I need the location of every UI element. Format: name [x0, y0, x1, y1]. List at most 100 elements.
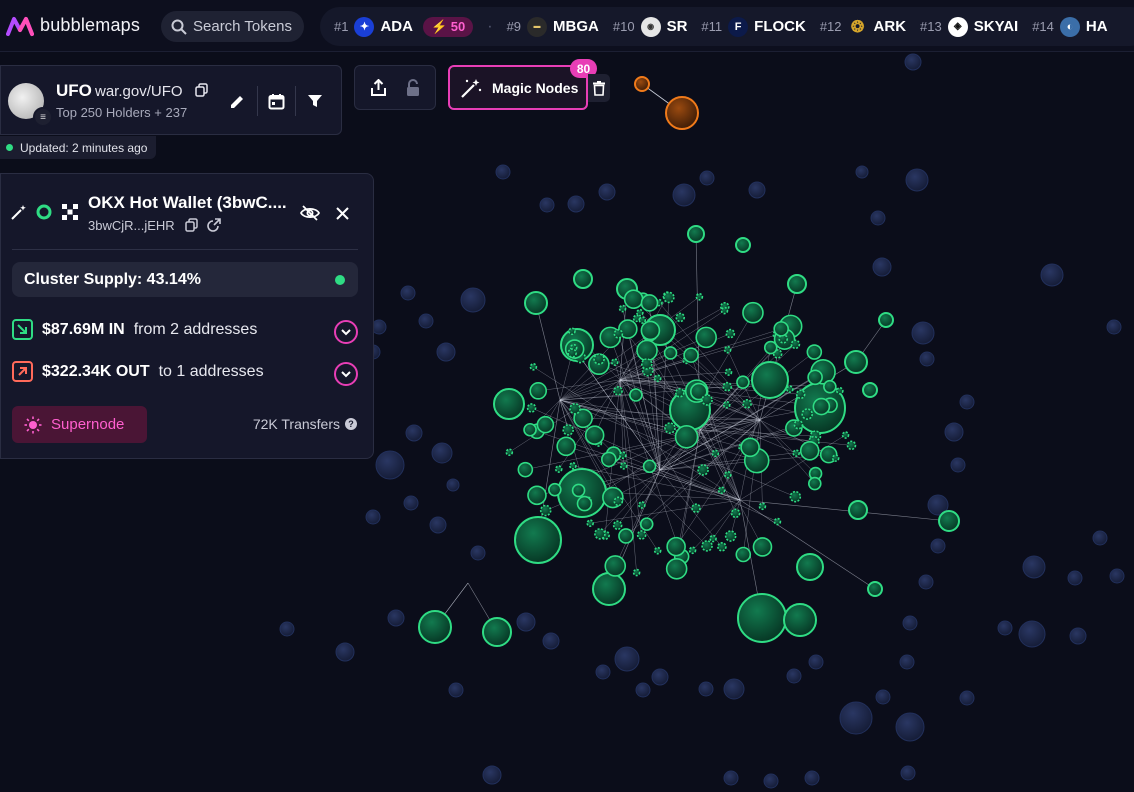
close-panel-button[interactable]: [327, 198, 357, 228]
cluster-bubble: [807, 369, 823, 386]
wallet-bubble: [516, 612, 536, 632]
cluster-bubble: [529, 382, 548, 400]
chevron-down-icon: [341, 370, 351, 377]
filter-button[interactable]: [299, 85, 331, 117]
wallet-bubble: [870, 210, 886, 226]
top-bar: bubblemaps Search Tokens #1 ✦ ADA ⚡ 50 ·…: [0, 0, 1134, 52]
clear-magic-nodes-button[interactable]: [588, 74, 610, 102]
supernode-label: Supernode: [51, 416, 125, 433]
cluster-bubble: [524, 291, 548, 315]
supernode-button[interactable]: Supernode: [12, 406, 147, 443]
ticker-item-skyai[interactable]: #13 ◈ SKYAI: [920, 16, 1018, 37]
cluster-bubble: [556, 436, 576, 457]
cluster-bubble: [482, 617, 512, 647]
ticker-item-sr[interactable]: #10 ◉ SR: [613, 16, 688, 37]
ada-icon: ✦: [354, 16, 375, 37]
wallet-bubble: [446, 478, 460, 492]
wallet-bubble: [950, 457, 966, 473]
ticker-item-ha[interactable]: #14 ◐ HA: [1032, 16, 1108, 37]
help-icon[interactable]: ?: [345, 418, 357, 430]
cluster-bubble: [823, 379, 837, 394]
highlighted-bubble: [665, 96, 699, 130]
edit-button[interactable]: [221, 85, 253, 117]
wallet-bubble: [763, 773, 779, 789]
wallet-bubble: [542, 632, 560, 650]
highlighted-bubble: [634, 76, 650, 92]
ticker-rank: #1: [334, 19, 349, 34]
cluster-bubble: [567, 348, 577, 358]
ticker-rank: #11: [701, 19, 723, 34]
share-button[interactable]: [362, 72, 394, 104]
filter-icon: [308, 95, 322, 107]
wallet-bubble: [839, 701, 873, 735]
ticker-symbol: ADA: [380, 18, 413, 35]
chevron-down-icon: [341, 328, 351, 335]
wallet-bubble: [375, 450, 405, 480]
magic-nodes-button[interactable]: Magic Nodes: [448, 65, 588, 110]
ticker-item-mbga[interactable]: #9 ▬ MBGA: [507, 16, 599, 37]
cluster-bubble: [717, 486, 726, 495]
magic-wand-toggle[interactable]: [5, 198, 33, 226]
wallet-bubble: [911, 321, 935, 345]
wallet-bubble: [365, 509, 381, 525]
close-icon: [335, 206, 349, 220]
wallet-bubble: [748, 181, 766, 199]
cluster-bubble: [812, 397, 831, 416]
skyai-icon: ◈: [947, 16, 968, 37]
cluster-bubble: [807, 476, 822, 491]
ticker-item-ada[interactable]: #1 ✦ ADA ⚡ 50: [334, 16, 474, 37]
cluster-bubble: [653, 546, 662, 555]
time-travel-button[interactable]: [260, 85, 292, 117]
cluster-bubble: [722, 381, 733, 392]
lock-button[interactable]: [397, 72, 429, 104]
wallet-bubble: [723, 678, 745, 700]
wallet-bubble: [595, 664, 611, 680]
highlighted-bubbles: [634, 76, 699, 130]
ticker-item-ark[interactable]: #12 ❂ ARK: [820, 17, 906, 37]
ticker-item-flock[interactable]: #11 F FLOCK: [701, 16, 806, 37]
boost-badge[interactable]: ⚡ 50: [422, 16, 474, 37]
token-header-panel: ≡ UFO war.gov/UFO Top 250 Holders + 237: [0, 65, 342, 135]
wallet-bubble: [403, 495, 419, 511]
cluster-bubble: [632, 568, 641, 577]
arrow-out-icon: [12, 361, 33, 382]
expand-outflow-button[interactable]: [334, 362, 358, 386]
status-dot: [6, 144, 13, 151]
cluster-bubble: [688, 546, 697, 555]
wallet-bubble: [900, 765, 916, 781]
cluster-bubble: [722, 400, 731, 409]
cluster-bubble: [586, 519, 594, 528]
cluster-bubble: [613, 386, 623, 396]
cluster-bubble: [571, 483, 586, 498]
cluster-bubble: [735, 546, 752, 563]
inflow-amount: $87.69M IN: [42, 320, 125, 338]
wallet-bubble: [431, 442, 453, 464]
wallet-bubble: [335, 642, 355, 662]
cluster-bubble: [736, 375, 750, 389]
cluster-bubble: [763, 340, 778, 355]
cluster-bubble: [720, 306, 729, 315]
cluster-bubble: [697, 464, 709, 476]
share-lock-box: [354, 65, 436, 110]
wallet-bubble: [959, 690, 975, 706]
updated-text: Updated: 2 minutes ago: [20, 140, 148, 155]
cluster-bubble: [619, 462, 628, 470]
ticker-symbol: MBGA: [553, 18, 599, 35]
cluster-bubble: [687, 225, 705, 243]
search-tokens-button[interactable]: Search Tokens: [161, 11, 304, 42]
cluster-bubble: [836, 387, 844, 395]
wallet-bubble: [400, 285, 416, 301]
copy-token-address-button[interactable]: [189, 78, 213, 102]
brand-logo[interactable]: bubblemaps: [6, 15, 140, 37]
copy-wallet-address-button[interactable]: [180, 214, 202, 236]
open-explorer-button[interactable]: [203, 214, 225, 236]
wallet-bubble: [1040, 263, 1064, 287]
expand-inflow-button[interactable]: [334, 320, 358, 344]
cluster-bubble: [573, 269, 593, 289]
ticker-symbol: SR: [666, 18, 688, 35]
cluster-bubble: [514, 516, 562, 564]
cluster-bubble: [848, 500, 868, 520]
wallet-bubble: [1092, 530, 1108, 546]
cluster-bubble: [554, 465, 563, 473]
hide-wallet-button[interactable]: [295, 198, 325, 228]
